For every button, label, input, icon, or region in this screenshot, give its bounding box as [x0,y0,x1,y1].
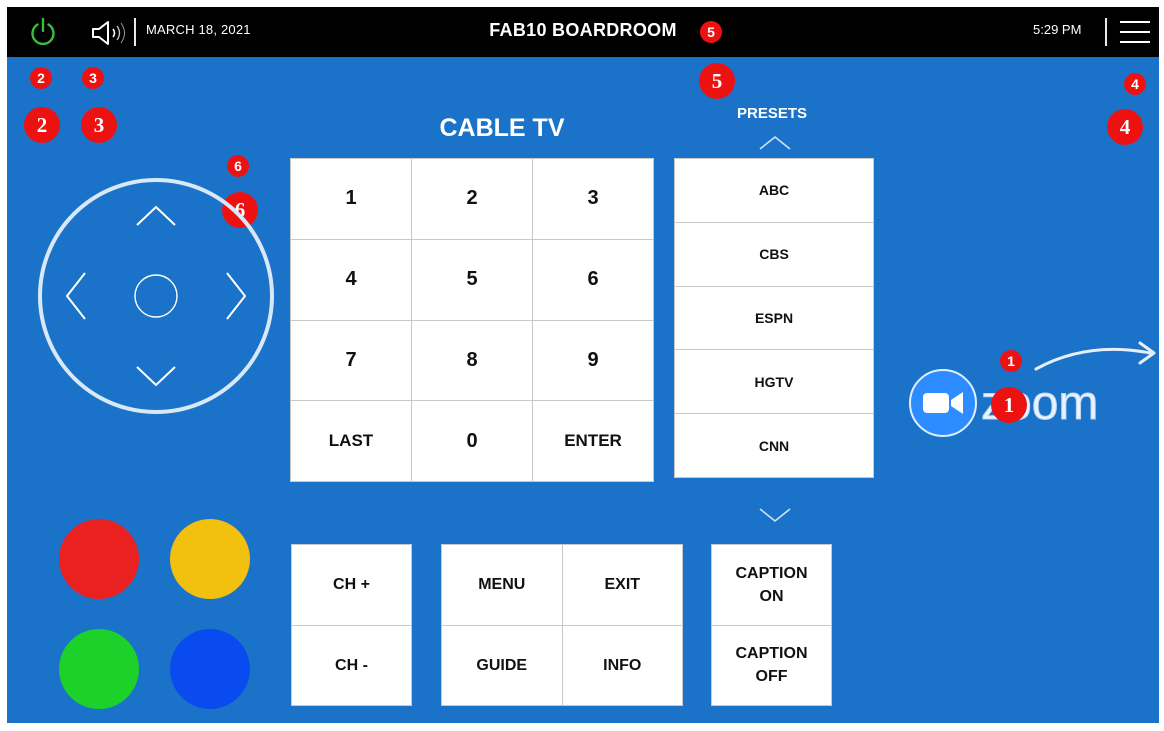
channel-up-button[interactable]: CH + [292,545,411,625]
key-3[interactable]: 3 [533,159,653,239]
callout-badge-5: 5 [700,21,722,43]
key-5[interactable]: 5 [412,239,532,320]
channel-group: CH + CH - [291,544,412,706]
caption-on-button[interactable]: CAPTION ON [712,545,831,625]
key-7[interactable]: 7 [291,320,411,401]
yellow-button[interactable] [170,519,250,599]
dpad [38,178,274,414]
callout-badge-3: 3 [81,107,117,143]
top-bar: MARCH 18, 2021 FAB10 BOARDROOM 5:29 PM [7,7,1159,57]
chevron-down-icon[interactable] [758,507,792,523]
key-8[interactable]: 8 [412,320,532,401]
key-9[interactable]: 9 [533,320,653,401]
select-button[interactable] [134,274,178,318]
presets-label: PRESETS [736,105,808,122]
key-0[interactable]: 0 [412,401,532,481]
divider [1105,18,1107,46]
enter-button[interactable]: ENTER [533,401,653,481]
callout-badge-2: 2 [24,107,60,143]
caption-group: CAPTION ON CAPTION OFF [711,544,832,706]
callout-badge-4: 4 [1107,109,1143,145]
info-button[interactable]: INFO [562,625,682,705]
menu-icon[interactable] [1120,18,1152,46]
callout-badge-2: 2 [30,67,52,89]
callout-badge-4: 4 [1124,73,1146,95]
page-title: CABLE TV [439,114,565,142]
callout-badge-1: 1 [991,387,1027,423]
chevron-left-icon[interactable] [65,272,86,320]
key-4[interactable]: 4 [291,239,411,320]
preset-cnn[interactable]: CNN [675,414,873,477]
preset-abc[interactable]: ABC [675,159,873,222]
chevron-down-icon[interactable] [136,366,176,387]
presets-list: ABC CBS ESPN HGTV CNN [674,158,874,478]
caption-off-button[interactable]: CAPTION OFF [712,625,831,705]
callout-badge-5: 5 [699,63,735,99]
guide-button[interactable]: GUIDE [442,625,562,705]
chevron-right-icon[interactable] [226,272,247,320]
chevron-up-icon[interactable] [758,135,792,151]
chevron-up-icon[interactable] [136,205,176,226]
channel-down-button[interactable]: CH - [292,625,411,705]
last-button[interactable]: LAST [291,401,411,481]
preset-espn[interactable]: ESPN [675,286,873,350]
callout-badge-6: 6 [227,155,249,177]
key-2[interactable]: 2 [412,159,532,239]
key-6[interactable]: 6 [533,239,653,320]
preset-cbs[interactable]: CBS [675,222,873,286]
callout-badge-3: 3 [82,67,104,89]
exit-button[interactable]: EXIT [562,545,682,625]
touch-panel-screen: MARCH 18, 2021 FAB10 BOARDROOM 5:29 PM 5… [7,7,1159,723]
key-1[interactable]: 1 [291,159,411,239]
number-keypad: 1 2 3 4 5 6 7 8 9 LAST 0 ENTER [290,158,654,482]
callout-badge-1: 1 [1000,350,1022,372]
preset-hgtv[interactable]: HGTV [675,350,873,414]
green-button[interactable] [59,629,139,709]
clock: 5:29 PM [1033,22,1082,37]
blue-button[interactable] [170,629,250,709]
red-button[interactable] [59,519,139,599]
room-name: FAB10 BOARDROOM [489,20,677,40]
menu-button[interactable]: MENU [442,545,562,625]
nav-group: MENU EXIT GUIDE INFO [441,544,683,706]
